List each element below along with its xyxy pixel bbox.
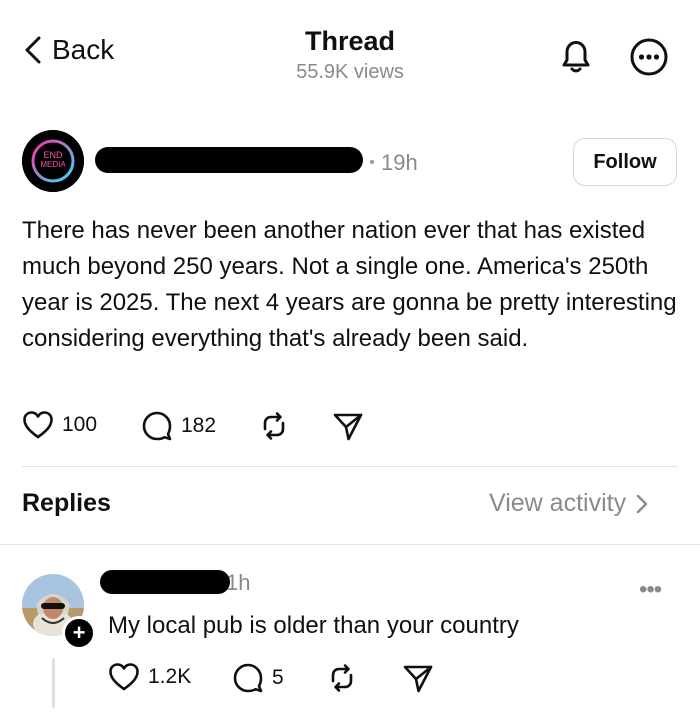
notifications-button[interactable]: [556, 36, 596, 76]
send-icon: [403, 665, 433, 693]
heart-icon: [23, 411, 53, 439]
reply-share-button[interactable]: [402, 663, 434, 695]
redacted-reply-username: [100, 570, 230, 594]
more-options-button[interactable]: [629, 37, 669, 77]
repost-icon: [263, 412, 285, 440]
plus-icon: +: [72, 620, 86, 645]
more-circle-icon: [630, 38, 668, 76]
follow-button[interactable]: Follow: [573, 138, 677, 186]
logo-text-media: MEDIA: [40, 160, 66, 169]
reply-more-options[interactable]: •••: [639, 576, 662, 604]
like-count: 100: [62, 413, 98, 436]
comment-count: 182: [181, 414, 217, 437]
reply-text: My local pub is older than your country: [108, 612, 519, 639]
reply-like-count: 1.2K: [148, 665, 192, 688]
post-time: 19h: [381, 150, 418, 175]
heart-icon: [109, 663, 139, 691]
chevron-right-icon: [636, 494, 648, 513]
comment-button[interactable]: 182: [141, 410, 216, 442]
thread-line: [52, 658, 55, 708]
logo-text-end: END: [43, 150, 63, 160]
author-avatar[interactable]: END MEDIA: [22, 130, 84, 192]
view-activity-label: View activity: [489, 489, 627, 517]
reply-like-button[interactable]: 1.2K: [108, 662, 191, 692]
replies-divider: [0, 544, 700, 545]
like-button[interactable]: 100: [22, 410, 97, 440]
follow-plus-button[interactable]: +: [62, 616, 96, 650]
send-icon: [333, 413, 363, 441]
replies-heading: Replies: [22, 489, 111, 517]
reply-comment-count: 5: [272, 666, 284, 689]
share-button[interactable]: [332, 411, 364, 443]
view-activity-link[interactable]: View activity: [489, 489, 648, 518]
post-text: There has never been another nation ever…: [22, 217, 677, 352]
comment-icon: [142, 411, 172, 441]
end-media-logo: END MEDIA: [22, 130, 84, 192]
post-divider: [22, 466, 678, 467]
repost-icon: [331, 664, 353, 692]
bell-icon: [562, 41, 590, 73]
comment-icon: [233, 663, 263, 693]
reply-repost-button[interactable]: [326, 662, 358, 694]
separator-dot: [370, 160, 374, 164]
redacted-username: [95, 147, 363, 173]
repost-button[interactable]: [258, 410, 290, 442]
reply-comment-button[interactable]: 5: [232, 662, 284, 694]
